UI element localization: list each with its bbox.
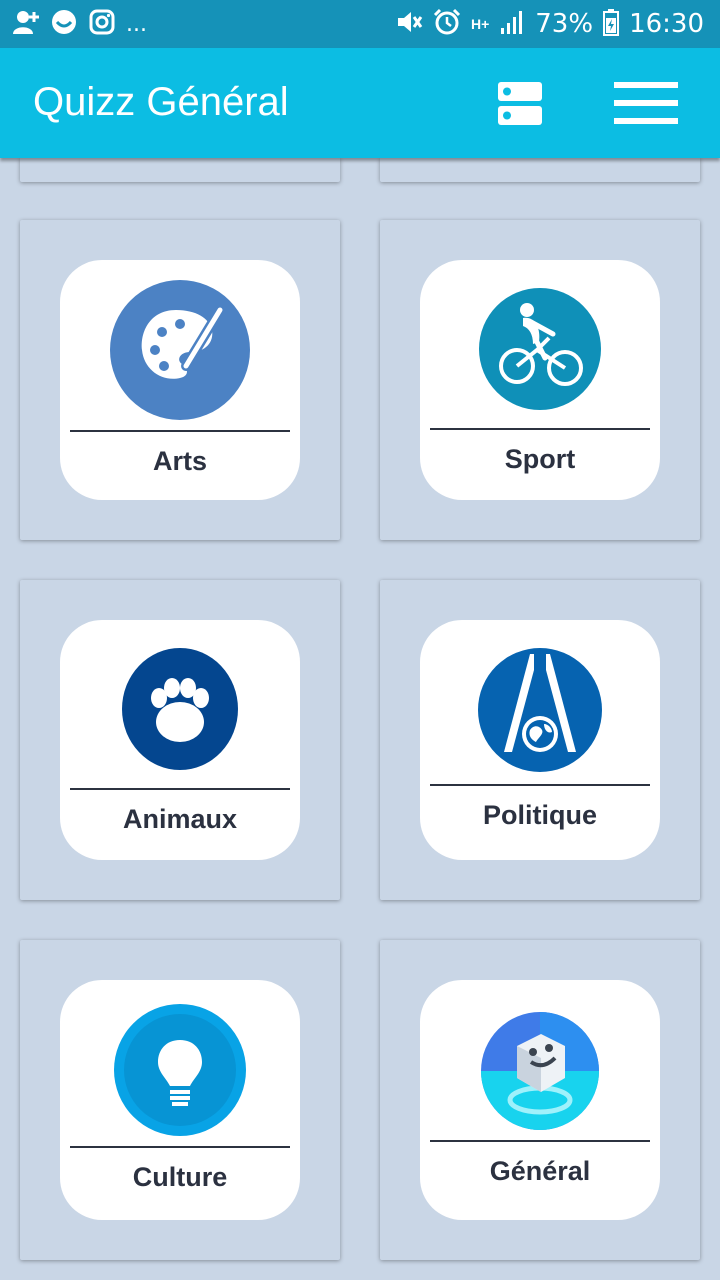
tile-divider <box>430 1140 650 1142</box>
app-title: Quizz Général <box>33 80 289 124</box>
status-right-icons: H+ 73% 16:30 <box>395 6 704 42</box>
category-card-partial[interactable] <box>20 158 340 182</box>
tile-divider <box>430 784 650 786</box>
tile-divider <box>430 428 650 430</box>
category-card-arts[interactable]: Arts <box>20 220 340 540</box>
category-card-partial[interactable] <box>380 158 700 182</box>
add-contact-icon <box>12 8 40 41</box>
paw-icon <box>122 648 238 770</box>
status-bar: ... H+ 73% 16:30 <box>0 0 720 48</box>
mute-icon <box>395 8 423 41</box>
smiley-icon <box>50 8 78 41</box>
category-label: Arts <box>152 446 207 476</box>
server-button[interactable] <box>494 78 546 130</box>
category-card-sport[interactable]: Sport <box>380 220 700 540</box>
palette-icon <box>110 280 250 420</box>
smiley-cube-icon <box>481 1012 599 1130</box>
category-card-politique[interactable]: Politique <box>380 580 700 900</box>
category-tile[interactable]: Général <box>420 980 660 1220</box>
hamburger-menu-icon <box>614 82 678 124</box>
category-tile[interactable]: Politique <box>420 620 660 860</box>
category-label: Animaux <box>122 804 238 834</box>
app-bar: Quizz Général <box>0 48 720 158</box>
clock: 16:30 <box>629 9 704 39</box>
instagram-icon <box>88 8 116 41</box>
globe-emblem-icon <box>478 648 602 772</box>
tile-divider <box>70 430 290 432</box>
menu-button[interactable] <box>612 78 682 130</box>
category-card-culture[interactable]: Culture <box>20 940 340 1260</box>
category-label: Général <box>489 1156 591 1186</box>
category-card-general[interactable]: Général <box>380 940 700 1260</box>
status-left-icons: ... <box>12 8 147 41</box>
tile-divider <box>70 1146 290 1148</box>
category-tile[interactable]: Culture <box>60 980 300 1220</box>
category-card-animaux[interactable]: Animaux <box>20 580 340 900</box>
category-label: Sport <box>504 444 576 474</box>
category-label: Culture <box>132 1162 228 1192</box>
server-icon <box>498 82 542 125</box>
category-tile[interactable]: Arts <box>60 260 300 500</box>
cyclist-icon <box>479 288 601 410</box>
category-label: Politique <box>483 800 597 830</box>
category-tile[interactable]: Sport <box>420 260 660 500</box>
more-notifications-indicator: ... <box>126 12 147 37</box>
signal-icon <box>499 8 525 41</box>
battery-icon <box>603 8 620 41</box>
tile-divider <box>70 788 290 790</box>
battery-percent: 73% <box>535 9 594 39</box>
category-tile[interactable]: Animaux <box>60 620 300 860</box>
lightbulb-icon <box>114 1004 246 1136</box>
alarm-icon <box>433 8 461 41</box>
network-type-label: H+ <box>470 16 490 32</box>
